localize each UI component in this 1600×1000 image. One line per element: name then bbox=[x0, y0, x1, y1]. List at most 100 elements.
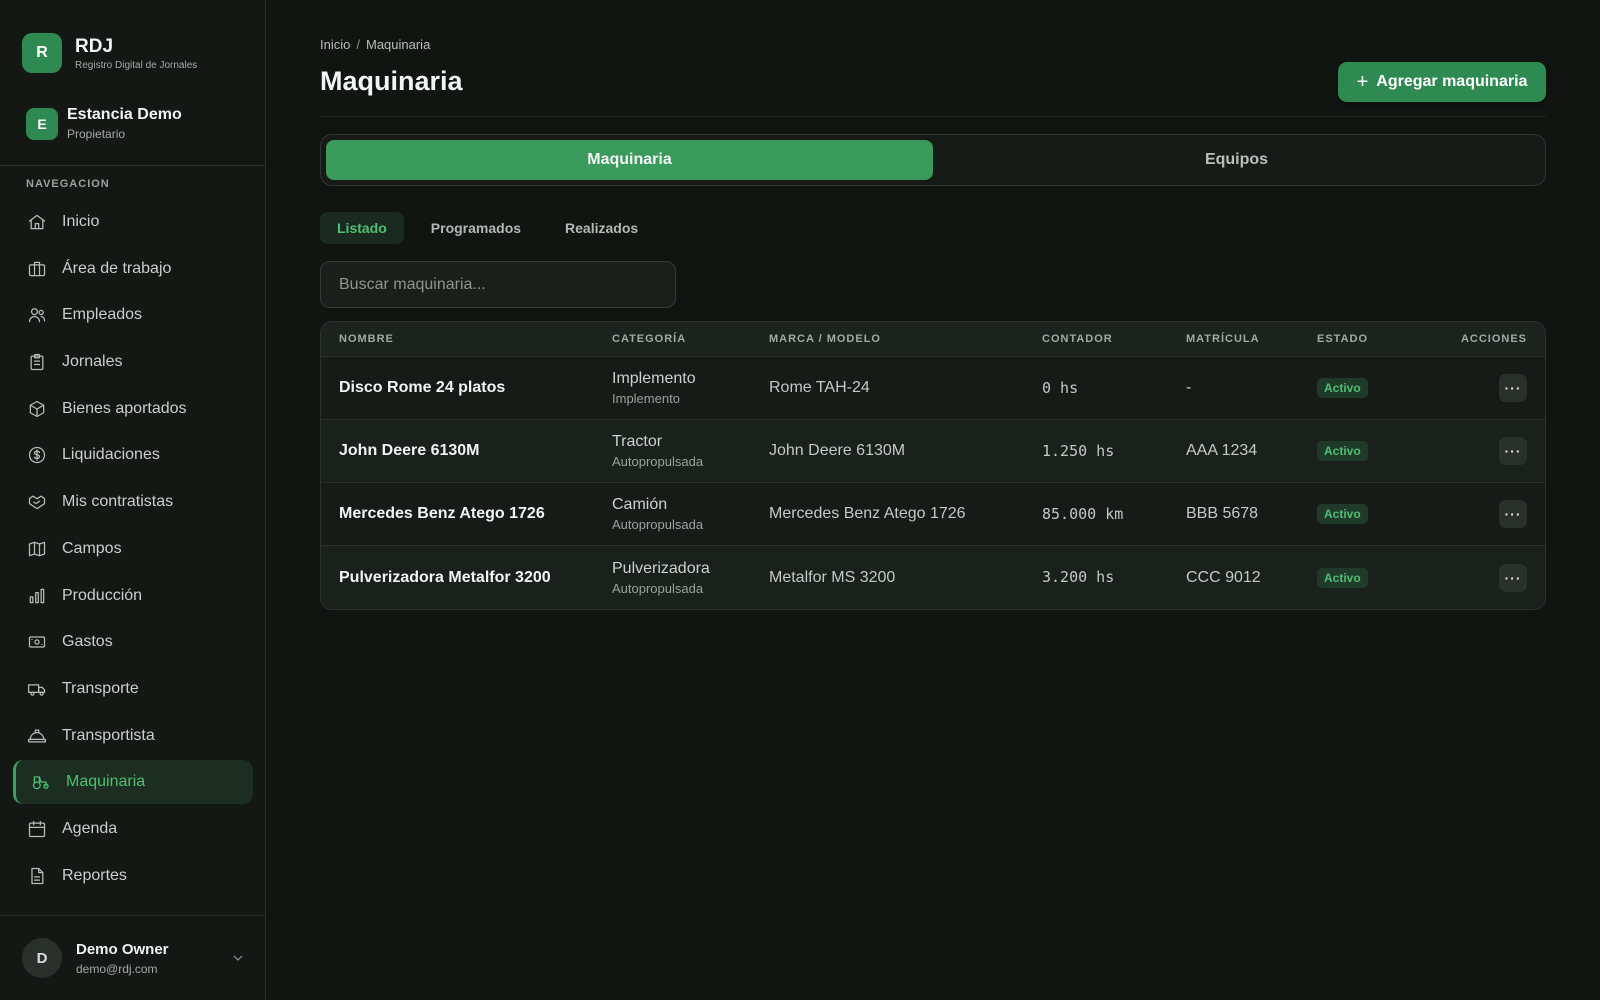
sidebar-item-mis-contratistas[interactable]: Mis contratistas bbox=[13, 480, 253, 524]
sidebar-item-produccion[interactable]: Producción bbox=[13, 574, 253, 618]
more-options-button[interactable]: ··· bbox=[1499, 563, 1527, 592]
sidebar-item-label: Transportista bbox=[62, 726, 155, 744]
package-icon bbox=[27, 399, 47, 419]
sidebar-item-label: Área de trabajo bbox=[62, 259, 172, 277]
add-machinery-button[interactable]: + Agregar maquinaria bbox=[1338, 62, 1546, 102]
status-badge: Activo bbox=[1317, 504, 1368, 524]
org-role: Propietario bbox=[67, 127, 126, 141]
breadcrumb-home[interactable]: Inicio bbox=[320, 37, 350, 52]
machine-counter: 3.200 hs bbox=[1042, 568, 1115, 586]
sidebar-divider bbox=[0, 165, 265, 166]
sidebar-item-label: Liquidaciones bbox=[62, 446, 160, 464]
machine-brand-model: Metalfor MS 3200 bbox=[769, 568, 896, 586]
org-logo: E bbox=[26, 107, 58, 140]
machine-plate: BBB 5678 bbox=[1186, 505, 1259, 522]
dollar-circle-icon bbox=[27, 445, 47, 465]
briefcase-icon bbox=[27, 259, 47, 279]
machinery-table: NOMBRE CATEGORÍA MARCA / MODELO CONTADOR… bbox=[320, 321, 1546, 610]
sidebar: R RDJ Registro Digital de Jornales E Est… bbox=[0, 0, 266, 1000]
brand[interactable]: R RDJ Registro Digital de Jornales bbox=[0, 0, 265, 84]
users-icon bbox=[27, 305, 47, 325]
user-name: Demo Owner bbox=[76, 940, 169, 958]
sidebar-item-bienes-aportados[interactable]: Bienes aportados bbox=[13, 387, 253, 431]
machine-category-sub: Autopropulsada bbox=[612, 454, 704, 469]
status-badge: Activo bbox=[1317, 378, 1368, 398]
breadcrumb-current: Maquinaria bbox=[365, 37, 431, 52]
machine-plate: CCC 9012 bbox=[1186, 568, 1261, 586]
subtab-programados[interactable]: Programados bbox=[414, 212, 538, 244]
header-category: CATEGORÍA bbox=[612, 333, 687, 345]
sidebar-bottom-divider bbox=[0, 915, 265, 916]
sidebar-item-liquidaciones[interactable]: Liquidaciones bbox=[13, 433, 253, 477]
header-status: ESTADO bbox=[1317, 333, 1369, 345]
sidebar-item-reportes[interactable]: Reportes bbox=[13, 854, 253, 898]
table-row[interactable]: Pulverizadora Metalfor 3200 Pulverizador… bbox=[321, 546, 1545, 609]
sidebar-item-label: Maquinaria bbox=[66, 773, 146, 791]
sidebar-item-label: Agenda bbox=[62, 819, 118, 837]
sidebar-item-empleados[interactable]: Empleados bbox=[13, 293, 253, 337]
segmented-control: Maquinaria Equipos bbox=[320, 134, 1546, 186]
sidebar-item-gastos[interactable]: Gastos bbox=[13, 620, 253, 664]
header-counter: CONTADOR bbox=[1042, 333, 1113, 345]
table-row[interactable]: John Deere 6130M Tractor Autopropulsada J… bbox=[321, 420, 1545, 483]
machine-brand-model: John Deere 6130M bbox=[769, 442, 906, 459]
sidebar-item-label: Empleados bbox=[62, 306, 143, 324]
sidebar-item-agenda[interactable]: Agenda bbox=[13, 807, 253, 851]
machine-category: Tractor bbox=[612, 433, 663, 450]
handshake-icon bbox=[27, 492, 47, 512]
header-brand-model: MARCA / MODELO bbox=[769, 333, 881, 345]
machine-plate: AAA 1234 bbox=[1186, 442, 1258, 459]
machine-plate: - bbox=[1186, 379, 1192, 396]
breadcrumb-separator: / bbox=[356, 37, 360, 52]
sidebar-item-jornales[interactable]: Jornales bbox=[13, 340, 253, 384]
plus-icon: + bbox=[1356, 71, 1369, 93]
table-row[interactable]: Disco Rome 24 platos Implemento Implement… bbox=[321, 357, 1545, 420]
user-menu[interactable]: D Demo Owner demo@rdj.com bbox=[22, 938, 246, 978]
subtab-listado[interactable]: Listado bbox=[320, 212, 404, 244]
header-plate: MATRÍCULA bbox=[1186, 333, 1260, 345]
truck-icon bbox=[27, 679, 47, 699]
tab-maquinaria[interactable]: Maquinaria bbox=[326, 140, 933, 180]
nav-section-title: NAVEGACION bbox=[26, 178, 110, 190]
machine-counter: 0 hs bbox=[1042, 378, 1079, 397]
file-text-icon bbox=[27, 866, 47, 886]
breadcrumb: Inicio / Maquinaria bbox=[320, 37, 430, 52]
sidebar-item-campos[interactable]: Campos bbox=[13, 527, 253, 571]
table-row[interactable]: Mercedes Benz Atego 1726 Camión Autopropu… bbox=[321, 483, 1545, 546]
machine-category: Camión bbox=[612, 496, 668, 513]
org-name: Estancia Demo bbox=[67, 106, 182, 123]
machine-brand-model: Mercedes Benz Atego 1726 bbox=[769, 505, 966, 522]
sidebar-item-inicio[interactable]: Inicio bbox=[13, 200, 253, 244]
more-options-button[interactable]: ··· bbox=[1499, 374, 1527, 402]
more-options-button[interactable]: ··· bbox=[1499, 500, 1527, 528]
add-machinery-label: Agregar maquinaria bbox=[1376, 73, 1528, 90]
brand-logo: R bbox=[22, 33, 62, 73]
sidebar-item-label: Producción bbox=[62, 586, 143, 604]
tractor-icon bbox=[31, 772, 51, 792]
brand-subtitle: Registro Digital de Jornales bbox=[75, 59, 198, 71]
sidebar-item-area-de-trabajo[interactable]: Área de trabajo bbox=[13, 247, 253, 291]
machine-category-sub: Implemento bbox=[612, 391, 680, 406]
search-input[interactable] bbox=[320, 261, 676, 308]
org-switcher[interactable]: E Estancia Demo Propietario bbox=[0, 84, 265, 141]
sidebar-item-transporte[interactable]: Transporte bbox=[13, 667, 253, 711]
main-content: Inicio / Maquinaria Maquinaria + Agregar m… bbox=[266, 0, 1600, 1000]
machine-counter: 85.000 km bbox=[1042, 504, 1124, 523]
table-header: NOMBRE CATEGORÍA MARCA / MODELO CONTADOR… bbox=[321, 322, 1545, 357]
sidebar-item-label: Gastos bbox=[62, 633, 113, 651]
chevron-down-icon[interactable] bbox=[230, 950, 246, 966]
sidebar-item-transportista[interactable]: Transportista bbox=[13, 714, 253, 758]
machine-name: Mercedes Benz Atego 1726 bbox=[339, 505, 545, 522]
header-name: NOMBRE bbox=[339, 333, 394, 345]
status-badge: Activo bbox=[1317, 567, 1368, 588]
tab-equipos[interactable]: Equipos bbox=[933, 140, 1540, 180]
more-options-button[interactable]: ··· bbox=[1499, 437, 1527, 465]
sidebar-item-label: Transporte bbox=[62, 679, 139, 697]
sidebar-item-maquinaria[interactable]: Maquinaria bbox=[13, 760, 253, 805]
sidebar-item-label: Bienes aportados bbox=[62, 399, 187, 417]
subtab-realizados[interactable]: Realizados bbox=[548, 212, 655, 244]
sidebar-item-label: Inicio bbox=[62, 213, 100, 230]
sidebar-item-label: Mis contratistas bbox=[62, 493, 174, 511]
sidebar-item-label: Reportes bbox=[62, 866, 127, 884]
machine-name: Pulverizadora Metalfor 3200 bbox=[339, 568, 551, 586]
